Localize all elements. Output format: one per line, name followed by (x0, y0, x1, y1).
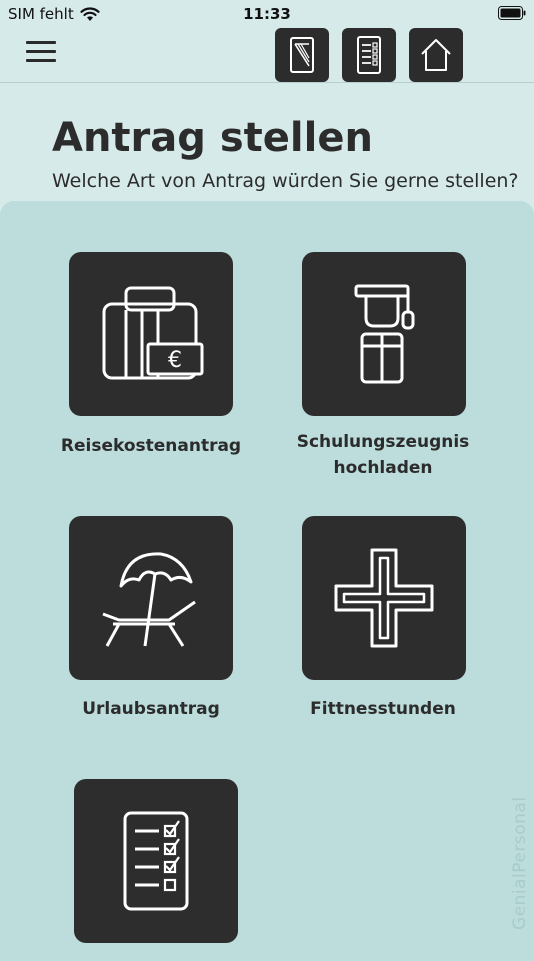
home-icon (421, 39, 451, 71)
tile-checklist[interactable] (74, 779, 238, 943)
tile-fittnesstunden[interactable] (302, 516, 466, 680)
tile-schulungszeugnis[interactable] (302, 252, 466, 416)
status-bar: SIM fehlt 11:33 (0, 0, 534, 28)
graduate-icon (354, 284, 415, 384)
fitness-cross-icon (334, 548, 434, 648)
page-title: Antrag stellen (52, 115, 373, 161)
tile-label-fittnesstunden[interactable]: Fittnesstunden (273, 696, 493, 722)
home-nav-button[interactable] (409, 28, 463, 82)
document-icon (290, 37, 314, 73)
travel-expense-icon: € (102, 286, 204, 380)
tile-label-urlaubsantrag[interactable]: Urlaubsantrag (41, 696, 261, 722)
checklist-icon (357, 36, 381, 74)
brand-watermark: GenialPersonal (510, 796, 530, 930)
tile-label-schulungszeugnis[interactable]: Schulungszeugnis hochladen (273, 429, 493, 481)
checklist-icon (123, 811, 189, 911)
checklist-nav-button[interactable] (342, 28, 396, 82)
tile-label-reisekostenantrag[interactable]: Reisekostenantrag (41, 433, 261, 459)
page-subtitle: Welche Art von Antrag würden Sie gerne s… (52, 170, 519, 192)
nav-bar (0, 28, 534, 83)
svg-text:€: € (168, 348, 182, 373)
clock: 11:33 (243, 5, 291, 23)
document-nav-button[interactable] (275, 28, 329, 82)
beach-chair-icon (102, 552, 196, 647)
battery-icon (498, 6, 526, 20)
hamburger-menu-icon[interactable] (26, 41, 56, 67)
tile-urlaubsantrag[interactable] (69, 516, 233, 680)
tile-reisekostenantrag[interactable]: € (69, 252, 233, 416)
